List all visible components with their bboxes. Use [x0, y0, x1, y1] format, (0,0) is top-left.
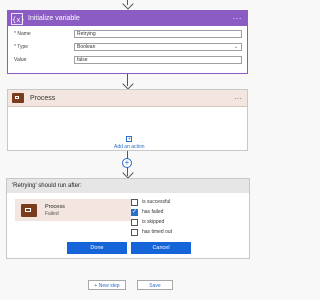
name-row: * Name Retrying: [14, 29, 242, 38]
name-label: * Name: [14, 30, 31, 37]
type-select-value: Boolean: [77, 43, 96, 50]
process-scope-card[interactable]: Process ··· + Add an action: [7, 89, 248, 151]
value-row: Value false: [14, 55, 242, 64]
add-action-icon: +: [126, 136, 133, 142]
initialize-variable-header[interactable]: {x} Initialize variable ···: [8, 11, 247, 26]
add-action-label: Add an action: [114, 144, 145, 150]
initialize-variable-card[interactable]: {x} Initialize variable ··· * Name Retry…: [7, 10, 248, 74]
is-successful-label: is successful: [142, 199, 171, 205]
run-after-action-name: Process: [45, 203, 65, 210]
top-connector-arrow: [122, 0, 134, 10]
has-failed-label: has failed: [142, 209, 164, 215]
new-step-button[interactable]: + New step: [88, 280, 126, 290]
process-scope-header[interactable]: Process ···: [8, 90, 247, 107]
add-action-link[interactable]: + Add an action: [114, 136, 145, 150]
connector-arrow-icon: [122, 78, 134, 90]
scope-icon: [21, 203, 37, 217]
more-options-icon[interactable]: ···: [233, 14, 243, 23]
process-scope-title: Process: [30, 94, 56, 102]
scope-icon: [12, 93, 24, 103]
run-after-action-status: Failed: [45, 210, 59, 217]
chevron-down-icon[interactable]: ⌄: [234, 44, 238, 51]
cancel-button[interactable]: Cancel: [131, 242, 191, 254]
run-after-panel: 'Retrying' should run after: Process Fai…: [6, 178, 250, 259]
initialize-variable-title: Initialize variable: [28, 15, 80, 22]
option-has-timed-out[interactable]: has timed out: [131, 228, 172, 236]
run-after-header: 'Retrying' should run after:: [7, 179, 249, 193]
has-timed-out-checkbox[interactable]: [131, 228, 138, 236]
connector-arrow-icon: [122, 167, 134, 179]
is-skipped-checkbox[interactable]: [131, 218, 138, 226]
run-after-action-item[interactable]: Process Failed: [15, 199, 131, 221]
value-input[interactable]: false: [74, 55, 242, 64]
save-button[interactable]: Save: [137, 280, 173, 290]
variable-icon: {x}: [11, 12, 25, 25]
type-row: * Type Boolean ⌄: [14, 42, 242, 51]
option-has-failed[interactable]: ✓ has failed: [131, 208, 163, 216]
more-options-icon[interactable]: ···: [234, 94, 242, 103]
type-label: * Type: [14, 43, 29, 50]
type-select[interactable]: Boolean ⌄: [74, 42, 242, 51]
name-input[interactable]: Retrying: [74, 29, 242, 38]
has-timed-out-label: has timed out: [142, 229, 173, 235]
is-skipped-label: is skipped: [142, 219, 165, 225]
value-label: Value: [14, 56, 27, 63]
option-is-skipped[interactable]: is skipped: [131, 218, 164, 226]
done-button[interactable]: Done: [67, 242, 127, 254]
is-successful-checkbox[interactable]: [131, 198, 138, 206]
has-failed-checkbox[interactable]: ✓: [131, 208, 138, 216]
option-is-successful[interactable]: is successful: [131, 198, 170, 206]
